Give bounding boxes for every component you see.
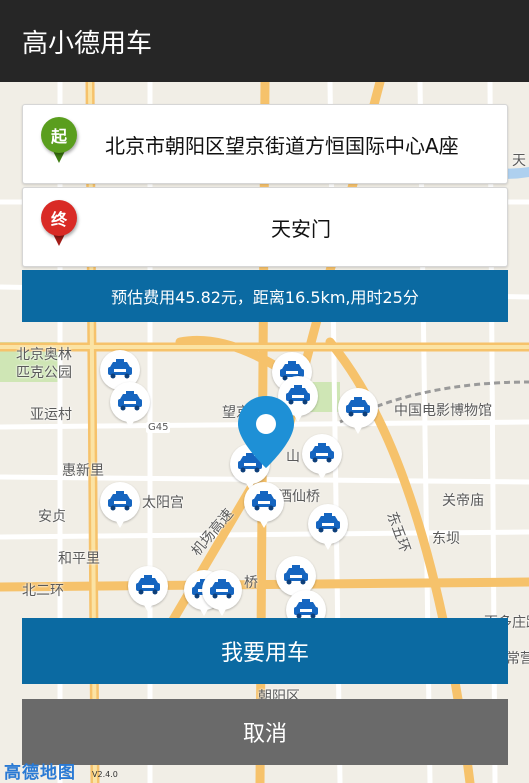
taxi-marker[interactable]	[338, 388, 378, 436]
cancel-label: 取消	[242, 722, 287, 747]
map-label: 惠新里	[62, 463, 104, 479]
cancel-button[interactable]: 取消	[22, 699, 508, 765]
taxi-marker[interactable]	[308, 504, 348, 552]
map-label: 北二环	[22, 583, 64, 599]
map-label: 安贞	[38, 509, 66, 525]
taxi-icon	[316, 513, 340, 533]
map-label: 匹克公园	[16, 365, 72, 381]
map-label: 关帝庙	[442, 493, 484, 509]
taxi-icon	[252, 491, 276, 511]
taxi-icon	[118, 391, 142, 411]
taxi-icon	[294, 599, 318, 619]
end-pin-icon: 终	[37, 200, 91, 260]
request-ride-button[interactable]: 我要用车	[22, 618, 508, 684]
map-label: 中国电影博物馆	[394, 403, 492, 419]
map-label: 亚运村	[30, 407, 72, 423]
map-label: 和平里	[58, 551, 100, 567]
taxi-marker[interactable]	[110, 382, 150, 430]
map-label: 酒仙桥	[278, 489, 320, 505]
start-address-field[interactable]: 起 北京市朝阳区望京街道方恒国际中心A座	[22, 104, 508, 184]
fare-estimate-banner: 预估费用45.82元，距离16.5km,用时25分	[22, 270, 508, 322]
fare-estimate-text: 预估费用45.82元，距离16.5km,用时25分	[111, 288, 419, 307]
map-version: V2.4.0	[92, 770, 118, 779]
map-label: 常营	[506, 651, 529, 667]
taxi-marker[interactable]	[128, 566, 168, 614]
start-pin-icon: 起	[37, 117, 91, 177]
taxi-marker[interactable]	[302, 434, 342, 482]
taxi-marker[interactable]	[202, 570, 242, 618]
taxi-icon	[310, 443, 334, 463]
map-label: 北京奥林	[16, 347, 72, 363]
app-title: 高小德用车	[22, 28, 153, 59]
app-bar: 高小德用车	[0, 0, 529, 82]
taxi-icon	[108, 491, 132, 511]
taxi-marker[interactable]	[100, 482, 140, 530]
map-label: 太阳宫	[142, 495, 184, 511]
request-ride-label: 我要用车	[220, 641, 309, 666]
map-label: 桥	[244, 575, 258, 591]
map-label: 天	[512, 153, 526, 169]
destination-address-field[interactable]: 终 天安门	[22, 187, 508, 267]
start-address-text: 北京市朝阳区望京街道方恒国际中心A座	[105, 133, 459, 158]
taxi-icon	[108, 359, 132, 379]
amap-logo: 高德地图	[4, 763, 76, 783]
taxi-icon	[136, 575, 160, 595]
taxi-icon	[284, 565, 308, 585]
taxi-marker[interactable]	[244, 482, 284, 530]
taxi-icon	[210, 579, 234, 599]
map-label: 东坝	[432, 531, 460, 547]
location-pin-icon	[238, 396, 294, 468]
destination-address-text: 天安门	[271, 216, 331, 241]
taxi-icon	[346, 397, 370, 417]
